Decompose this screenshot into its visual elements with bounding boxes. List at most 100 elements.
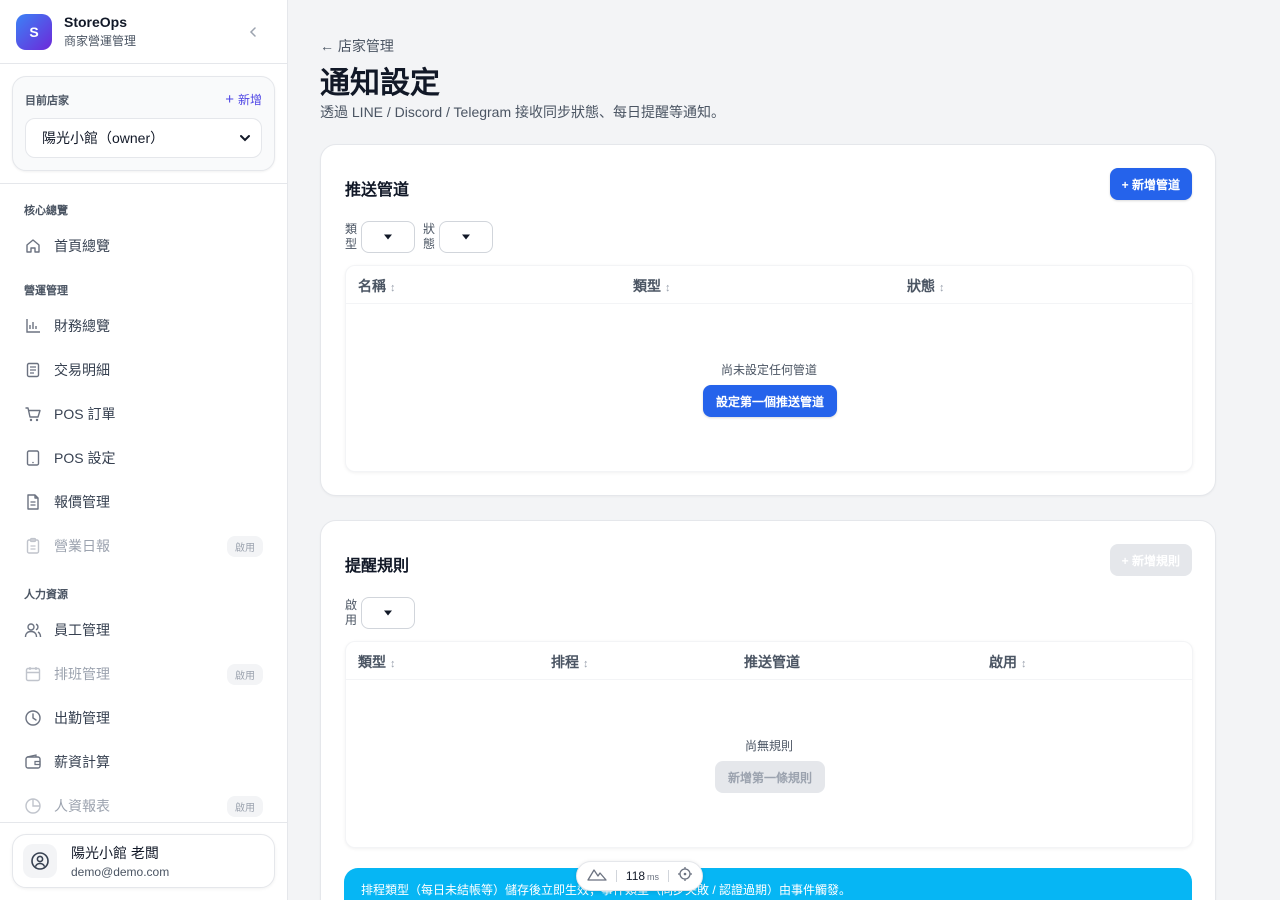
divider xyxy=(0,822,287,823)
nav-section-title: 核心總覽 xyxy=(24,205,68,217)
column-header-name[interactable]: 名稱 ↕ xyxy=(358,276,396,296)
sidebar-item-label: 首頁總覽 xyxy=(54,238,110,254)
sidebar-nav: 核心總覽 首頁總覽 營運管理 財務總覽 交易明細 POS 訂單 POS 設定 報… xyxy=(0,184,287,828)
latency-value: 118 xyxy=(625,869,646,883)
add-channel-button[interactable]: + 新增管道 xyxy=(1109,168,1192,200)
clock-icon xyxy=(24,709,42,727)
table-header: 類型 ↕ 排程 ↕ 推送管道 啟用 ↕ xyxy=(346,642,1192,680)
channels-empty-text: 尚未設定任何管道 xyxy=(720,363,817,377)
rules-title: 提醒規則 xyxy=(345,558,410,575)
user-circle-icon xyxy=(31,852,49,870)
sidebar-item-label: 營業日報 xyxy=(54,538,110,554)
divider xyxy=(615,870,617,882)
store-header: 目前店家 + 新增 xyxy=(25,91,262,108)
channels-table: 名稱 ↕ 類型 ↕ 狀態 ↕ 尚未設定任何管道 設定第一個推送管道 xyxy=(345,265,1193,472)
sidebar: S StoreOps 商家營運管理 目前店家 + 新增 陽光小館（owner） 核… xyxy=(0,0,288,900)
caret-down-icon xyxy=(462,234,470,240)
sidebar-item-label: 員工管理 xyxy=(54,622,110,638)
sidebar-item-label: 交易明細 xyxy=(54,362,110,378)
page-title: 通知設定 xyxy=(320,67,440,100)
sort-icon: ↕ xyxy=(390,282,396,294)
sidebar-item-finance[interactable]: 財務總覽 xyxy=(12,304,275,348)
sidebar-item-payroll[interactable]: 薪資計算 xyxy=(12,740,275,784)
column-label: 名稱 xyxy=(358,278,386,294)
column-header-status[interactable]: 狀態 ↕ xyxy=(907,276,945,296)
collapse-sidebar-button[interactable] xyxy=(243,22,263,42)
mountain-icon[interactable] xyxy=(587,867,607,886)
setup-first-channel-button[interactable]: 設定第一個推送管道 xyxy=(703,385,837,417)
enable-badge[interactable]: 啟用 xyxy=(227,535,263,557)
crosshair-icon[interactable] xyxy=(677,866,692,886)
sort-icon: ↕ xyxy=(390,658,396,670)
store-select[interactable]: 陽光小館（owner） xyxy=(25,118,262,158)
column-label: 啟用 xyxy=(989,654,1017,670)
rules-filters: 啟用 xyxy=(345,597,423,629)
latency-readout: 118 ms xyxy=(626,867,659,885)
enabled-filter-select[interactable] xyxy=(361,597,415,629)
sort-icon: ↕ xyxy=(939,282,945,294)
filter-label-type: 類型 xyxy=(345,222,358,251)
sidebar-item-daily-report[interactable]: 營業日報 啟用 xyxy=(12,524,275,568)
home-icon xyxy=(24,237,42,255)
user-menu[interactable]: 陽光小館 老闆 demo@demo.com xyxy=(12,834,275,888)
channels-card: 推送管道 + 新增管道 類型 狀態 名稱 ↕ 類型 ↕ 狀態 ↕ 尚未設定任何管道 設… xyxy=(320,144,1216,496)
channels-filters: 類型 狀態 xyxy=(345,221,501,253)
brand-subtitle: 商家營運管理 xyxy=(64,34,137,48)
sidebar-item-pos-orders[interactable]: POS 訂單 xyxy=(12,392,275,436)
sidebar-item-quotes[interactable]: 報價管理 xyxy=(12,480,275,524)
page-description: 透過 LINE / Discord / Telegram 接收同步狀態、每日提醒… xyxy=(320,104,726,120)
sidebar-item-label: 薪資計算 xyxy=(54,754,110,770)
clipboard-icon xyxy=(24,537,42,555)
user-email: demo@demo.com xyxy=(71,865,170,879)
store-card: 目前店家 + 新增 陽光小館（owner） xyxy=(12,76,275,171)
enable-badge[interactable]: 啟用 xyxy=(227,795,263,817)
users-icon xyxy=(24,621,42,639)
performance-widget: 118 ms xyxy=(576,861,703,891)
sidebar-item-pos-settings[interactable]: POS 設定 xyxy=(12,436,275,480)
add-rule-button[interactable]: + 新增規則 xyxy=(1109,544,1192,576)
brand-logo: S xyxy=(16,13,52,50)
tablet-icon xyxy=(24,449,42,467)
brand-header: S StoreOps 商家營運管理 xyxy=(0,0,287,64)
store-label: 目前店家 xyxy=(25,94,69,107)
sidebar-item-scheduling[interactable]: 排班管理 啟用 xyxy=(12,652,275,696)
sidebar-item-attendance[interactable]: 出勤管理 xyxy=(12,696,275,740)
column-header-type[interactable]: 類型 ↕ xyxy=(358,652,396,672)
sidebar-item-label: POS 設定 xyxy=(54,450,116,466)
sidebar-item-label: 出勤管理 xyxy=(54,710,110,726)
type-filter-select[interactable] xyxy=(361,221,415,253)
latency-unit: ms xyxy=(647,872,660,882)
sidebar-item-employees[interactable]: 員工管理 xyxy=(12,608,275,652)
column-header-enabled[interactable]: 啟用 ↕ xyxy=(989,652,1027,672)
info-banner: 排程類型（每日未結帳等）儲存後立即生效；事件類型（同步失敗 / 認證過期）由事件… xyxy=(344,868,1192,900)
table-header: 名稱 ↕ 類型 ↕ 狀態 ↕ xyxy=(346,266,1192,304)
chevron-down-icon xyxy=(240,135,250,142)
sidebar-item-label: POS 訂單 xyxy=(54,406,116,422)
enable-badge[interactable]: 啟用 xyxy=(227,663,263,685)
sidebar-item-label: 報價管理 xyxy=(54,494,110,510)
filter-label-status: 狀態 xyxy=(423,222,436,251)
add-first-rule-button[interactable]: 新增第一條規則 xyxy=(715,761,825,793)
breadcrumb-back-link[interactable]: ← 店家管理 xyxy=(320,36,394,56)
sidebar-item-label: 人資報表 xyxy=(54,798,110,814)
status-filter-select[interactable] xyxy=(439,221,493,253)
sidebar-item-label: 排班管理 xyxy=(54,666,110,682)
avatar xyxy=(23,844,57,878)
column-header-type[interactable]: 類型 ↕ xyxy=(633,276,671,296)
store-select-value: 陽光小館（owner） xyxy=(42,130,165,146)
document-icon xyxy=(24,493,42,511)
column-header-schedule[interactable]: 排程 ↕ xyxy=(551,652,589,672)
chevron-left-icon xyxy=(249,27,256,37)
rules-empty-text: 尚無規則 xyxy=(744,739,793,753)
sidebar-item-transactions[interactable]: 交易明細 xyxy=(12,348,275,392)
brand-text: StoreOps 商家營運管理 xyxy=(64,14,136,49)
pie-chart-icon xyxy=(24,797,42,815)
column-label: 類型 xyxy=(633,278,661,294)
column-header-channel: 推送管道 xyxy=(744,652,800,672)
caret-down-icon xyxy=(384,234,392,240)
add-store-button[interactable]: + 新增 xyxy=(225,91,262,108)
user-info: 陽光小館 老闆 demo@demo.com xyxy=(71,843,169,879)
user-name: 陽光小館 老闆 xyxy=(71,845,159,861)
nav-section-title: 人力資源 xyxy=(24,589,68,601)
sidebar-item-home[interactable]: 首頁總覽 xyxy=(12,224,275,268)
